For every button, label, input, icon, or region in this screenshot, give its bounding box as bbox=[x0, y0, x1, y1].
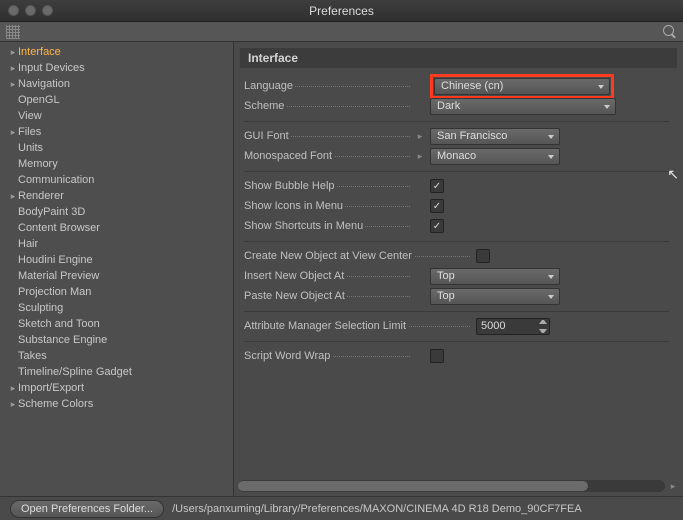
spinner-icon[interactable] bbox=[539, 320, 547, 333]
chevron-right-icon: ▸ bbox=[8, 127, 18, 138]
chevron-right-icon: ▸ bbox=[8, 383, 18, 394]
chevron-right-icon: ▸ bbox=[8, 399, 18, 410]
label-createcenter: Create New Object at View Center bbox=[244, 250, 470, 262]
sidebar-item-label: Projection Man bbox=[18, 286, 91, 298]
open-prefs-folder-button[interactable]: Open Preferences Folder... bbox=[10, 500, 164, 518]
dropdown-insertat[interactable]: Top bbox=[430, 268, 560, 285]
sidebar-item-interface[interactable]: ▸Interface bbox=[0, 44, 233, 60]
sidebar-item-label: OpenGL bbox=[18, 94, 60, 106]
sidebar-item-label: Takes bbox=[18, 350, 47, 362]
horizontal-scrollbar[interactable] bbox=[238, 480, 665, 492]
checkbox-iconsmenu[interactable]: ✓ bbox=[430, 199, 444, 213]
sidebar-item-label: Files bbox=[18, 126, 41, 138]
sidebar-item-sketch-and-toon[interactable]: Sketch and Toon bbox=[0, 316, 233, 332]
sidebar-item-label: Input Devices bbox=[18, 62, 85, 74]
label-attrlimit: Attribute Manager Selection Limit bbox=[244, 320, 470, 332]
label-scheme: Scheme bbox=[244, 100, 410, 112]
label-monofont: Monospaced Font bbox=[244, 150, 410, 162]
sidebar-item-label: Substance Engine bbox=[18, 334, 107, 346]
sidebar-item-bodypaint-3d[interactable]: BodyPaint 3D bbox=[0, 204, 233, 220]
sidebar-item-label: Interface bbox=[18, 46, 61, 58]
field-attrlimit[interactable]: 5000 bbox=[476, 318, 550, 335]
sidebar-item-substance-engine[interactable]: Substance Engine bbox=[0, 332, 233, 348]
chevron-right-icon: ▸ bbox=[8, 191, 18, 202]
chevron-right-icon: ▸ bbox=[8, 79, 18, 90]
sidebar-item-view[interactable]: View bbox=[0, 108, 233, 124]
sidebar-item-label: Navigation bbox=[18, 78, 70, 90]
dropdown-monofont[interactable]: Monaco bbox=[430, 148, 560, 165]
checkbox-shortcuts[interactable]: ✓ bbox=[430, 219, 444, 233]
dropdown-pasteat[interactable]: Top bbox=[430, 288, 560, 305]
sidebar-item-label: Import/Export bbox=[18, 382, 84, 394]
sidebar-item-import-export[interactable]: ▸Import/Export bbox=[0, 380, 233, 396]
sidebar-item-label: Content Browser bbox=[18, 222, 100, 234]
sidebar-item-label: Scheme Colors bbox=[18, 398, 93, 410]
label-iconsmenu: Show Icons in Menu bbox=[244, 200, 410, 212]
checkbox-scriptwrap[interactable] bbox=[430, 349, 444, 363]
label-shortcuts: Show Shortcuts in Menu bbox=[244, 220, 410, 232]
titlebar: Preferences bbox=[0, 0, 683, 22]
sidebar-item-takes[interactable]: Takes bbox=[0, 348, 233, 364]
footer: Open Preferences Folder... /Users/panxum… bbox=[0, 496, 683, 520]
sidebar-item-input-devices[interactable]: ▸Input Devices bbox=[0, 60, 233, 76]
highlight-language: Chinese (cn) bbox=[430, 74, 614, 99]
sidebar-item-renderer[interactable]: ▸Renderer bbox=[0, 188, 233, 204]
grid-icon[interactable] bbox=[6, 25, 20, 39]
sidebar-item-label: Renderer bbox=[18, 190, 64, 202]
dropdown-scheme[interactable]: Dark bbox=[430, 98, 616, 115]
sidebar-item-communication[interactable]: Communication bbox=[0, 172, 233, 188]
dropdown-language[interactable]: Chinese (cn) bbox=[434, 78, 610, 95]
checkbox-bubblehelp[interactable]: ✓ bbox=[430, 179, 444, 193]
sidebar-item-label: View bbox=[18, 110, 42, 122]
sidebar-item-material-preview[interactable]: Material Preview bbox=[0, 268, 233, 284]
chevron-right-icon[interactable]: ▸ bbox=[416, 131, 424, 142]
chevron-right-icon: ▸ bbox=[8, 47, 18, 58]
sidebar-item-label: Material Preview bbox=[18, 270, 99, 282]
sidebar-item-projection-man[interactable]: Projection Man bbox=[0, 284, 233, 300]
sidebar-item-timeline-spline-gadget[interactable]: Timeline/Spline Gadget bbox=[0, 364, 233, 380]
sidebar-item-label: Timeline/Spline Gadget bbox=[18, 366, 132, 378]
panel-title: Interface bbox=[240, 48, 677, 68]
scroll-right-icon[interactable]: ▸ bbox=[669, 480, 677, 492]
scrollbar-thumb[interactable] bbox=[238, 481, 588, 491]
dropdown-guifont[interactable]: San Francisco bbox=[430, 128, 560, 145]
label-language: Language bbox=[244, 80, 410, 92]
prefs-path: /Users/panxuming/Library/Preferences/MAX… bbox=[172, 503, 582, 515]
search-icon[interactable] bbox=[663, 25, 677, 39]
toolbar bbox=[0, 22, 683, 42]
sidebar-item-units[interactable]: Units bbox=[0, 140, 233, 156]
sidebar-item-scheme-colors[interactable]: ▸Scheme Colors bbox=[0, 396, 233, 412]
checkbox-createcenter[interactable] bbox=[476, 249, 490, 263]
sidebar-item-label: Sketch and Toon bbox=[18, 318, 100, 330]
sidebar-item-label: BodyPaint 3D bbox=[18, 206, 85, 218]
label-bubblehelp: Show Bubble Help bbox=[244, 180, 410, 192]
label-pasteat: Paste New Object At bbox=[244, 290, 410, 302]
sidebar-item-label: Memory bbox=[18, 158, 58, 170]
sidebar-item-label: Houdini Engine bbox=[18, 254, 93, 266]
sidebar-item-houdini-engine[interactable]: Houdini Engine bbox=[0, 252, 233, 268]
sidebar-item-label: Units bbox=[18, 142, 43, 154]
sidebar-item-sculpting[interactable]: Sculpting bbox=[0, 300, 233, 316]
sidebar-item-memory[interactable]: Memory bbox=[0, 156, 233, 172]
sidebar-item-files[interactable]: ▸Files bbox=[0, 124, 233, 140]
window-title: Preferences bbox=[0, 4, 683, 18]
sidebar-item-navigation[interactable]: ▸Navigation bbox=[0, 76, 233, 92]
sidebar-item-label: Sculpting bbox=[18, 302, 63, 314]
label-guifont: GUI Font bbox=[244, 130, 410, 142]
sidebar: ▸Interface▸Input Devices▸NavigationOpenG… bbox=[0, 42, 234, 496]
sidebar-item-label: Communication bbox=[18, 174, 94, 186]
sidebar-item-hair[interactable]: Hair bbox=[0, 236, 233, 252]
content-panel: Interface Language Chinese (cn) Scheme D… bbox=[234, 42, 683, 496]
sidebar-item-opengl[interactable]: OpenGL bbox=[0, 92, 233, 108]
chevron-right-icon: ▸ bbox=[8, 63, 18, 74]
label-scriptwrap: Script Word Wrap bbox=[244, 350, 410, 362]
sidebar-item-label: Hair bbox=[18, 238, 38, 250]
chevron-right-icon[interactable]: ▸ bbox=[416, 151, 424, 162]
sidebar-item-content-browser[interactable]: Content Browser bbox=[0, 220, 233, 236]
label-insertat: Insert New Object At bbox=[244, 270, 410, 282]
